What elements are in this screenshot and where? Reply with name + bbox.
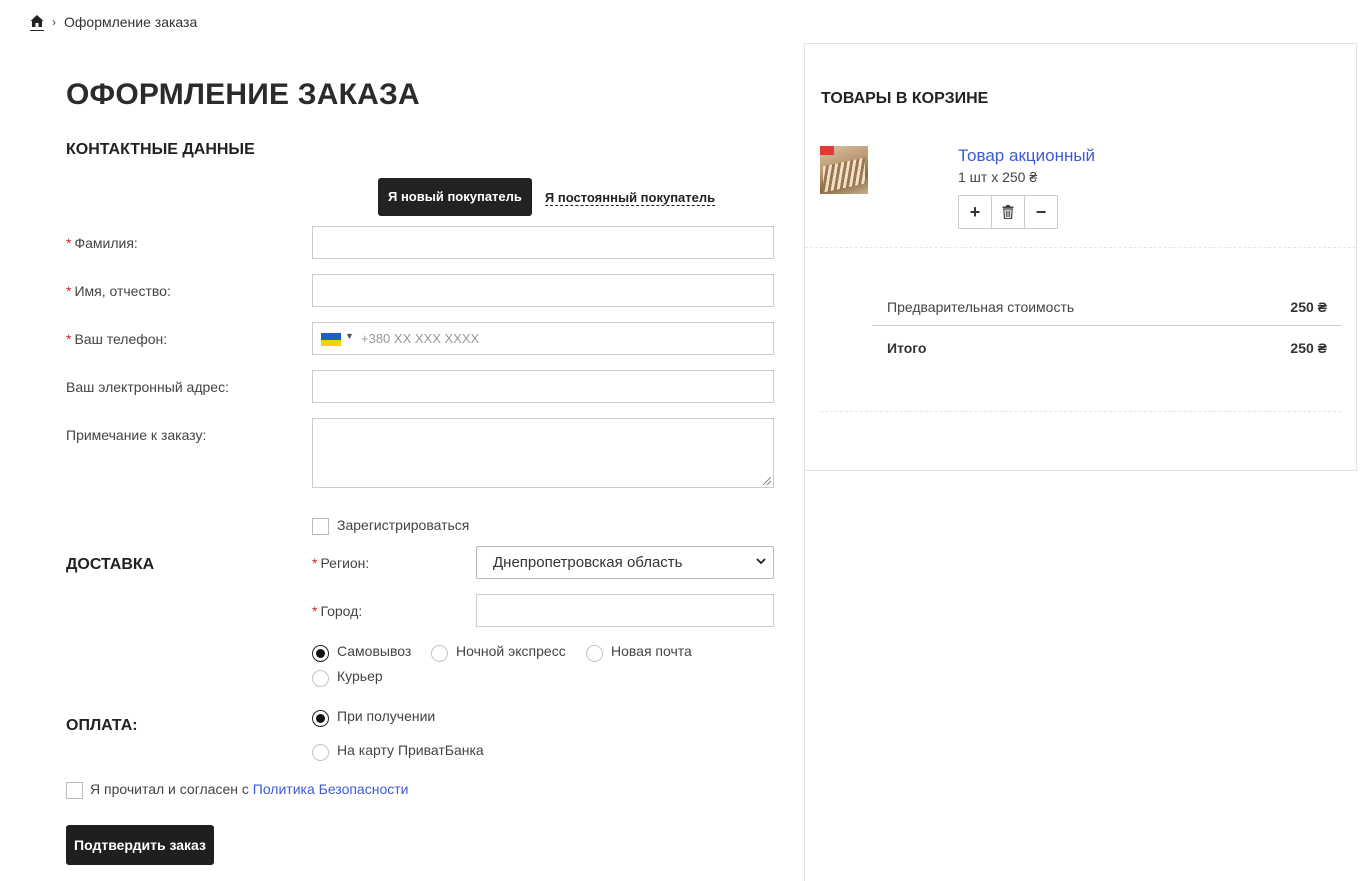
subtotal-label: Предварительная стоимость — [887, 299, 1075, 315]
required-mark: * — [312, 555, 318, 571]
payment-label-on-delivery: При получении — [337, 708, 436, 724]
email-input[interactable] — [312, 370, 774, 403]
breadcrumb-current: Оформление заказа — [64, 14, 198, 30]
cart-panel: ТОВАРЫ В КОРЗИНЕ Товар акционный 1 шт x … — [804, 43, 1357, 471]
contacts-section-title: КОНТАКТНЫЕ ДАННЫЕ — [66, 141, 255, 158]
buyer-tabs: Я новый покупатель Я постоянный покупате… — [378, 178, 716, 216]
ua-flag-icon[interactable] — [321, 333, 341, 346]
chevron-down-icon — [756, 558, 766, 565]
phone-label-text: Ваш телефон: — [74, 331, 168, 347]
phone-input[interactable]: ▼ +380 XX XXX XXXX — [312, 322, 774, 355]
surname-label-text: Фамилия: — [74, 235, 138, 251]
tab-new-buyer[interactable]: Я новый покупатель — [378, 178, 532, 216]
decrease-qty-button[interactable]: − — [1025, 196, 1057, 228]
minus-icon: − — [1035, 201, 1047, 222]
remove-item-button[interactable] — [992, 196, 1025, 228]
payment-section-title: ОПЛАТА: — [66, 717, 138, 734]
region-label-text: Регион: — [320, 555, 370, 571]
agreement-label: Я прочитал и согласен с Политика Безопас… — [90, 781, 408, 797]
surname-label: * Фамилия: — [66, 235, 138, 251]
subtotal-row: Предварительная стоимость 250 ₴ — [887, 299, 1327, 315]
divider — [805, 247, 1356, 248]
total-row: Итого 250 ₴ — [887, 340, 1327, 356]
name-input[interactable] — [312, 274, 774, 307]
city-input[interactable] — [476, 594, 774, 627]
register-checkbox[interactable] — [312, 518, 329, 535]
divider — [820, 411, 1341, 412]
country-dropdown-icon[interactable]: ▼ — [345, 331, 354, 341]
name-label-text: Имя, отчество: — [74, 283, 171, 299]
breadcrumb: › Оформление заказа — [30, 13, 197, 31]
delivery-label-pickup: Самовывоз — [337, 643, 412, 659]
divider — [872, 325, 1341, 326]
product-name-link[interactable]: Товар акционный — [958, 146, 1095, 166]
product-qty-price: 1 шт x 250 ₴ — [958, 169, 1038, 185]
total-value: 250 ₴ — [1290, 340, 1327, 356]
delivery-radio-pickup[interactable] — [312, 645, 329, 662]
divider — [804, 470, 805, 881]
required-mark: * — [66, 235, 72, 251]
payment-radio-privatbank[interactable] — [312, 744, 329, 761]
tab-returning-buyer[interactable]: Я постоянный покупатель — [544, 190, 716, 206]
agreement-text: Я прочитал и согласен с — [90, 781, 249, 797]
resize-handle[interactable] — [763, 477, 771, 485]
breadcrumb-separator: › — [52, 15, 56, 29]
email-label: Ваш электронный адрес: — [66, 379, 229, 395]
cart-title: ТОВАРЫ В КОРЗИНЕ — [821, 90, 989, 107]
confirm-order-button[interactable]: Подтвердить заказ — [66, 825, 214, 865]
total-label: Итого — [887, 340, 927, 356]
subtotal-value: 250 ₴ — [1290, 299, 1327, 315]
delivery-section-title: ДОСТАВКА — [66, 556, 155, 573]
city-label-text: Город: — [320, 603, 363, 619]
plus-icon: + — [969, 201, 981, 222]
trash-icon — [1002, 205, 1014, 219]
payment-label-privatbank: На карту ПриватБанка — [337, 742, 484, 758]
quantity-stepper: + − — [958, 195, 1058, 229]
note-label: Примечание к заказу: — [66, 427, 207, 443]
agreement-checkbox[interactable] — [66, 782, 83, 799]
required-mark: * — [312, 603, 318, 619]
phone-placeholder: +380 XX XXX XXXX — [361, 331, 480, 346]
privacy-policy-link[interactable]: Политика Безопасности — [253, 781, 409, 797]
region-select-value: Днепропетровская область — [493, 554, 683, 571]
increase-qty-button[interactable]: + — [959, 196, 992, 228]
delivery-label-night-express: Ночной экспресс — [456, 643, 566, 659]
register-label: Зарегистрироваться — [337, 517, 470, 533]
page-title: ОФОРМЛЕНИЕ ЗАКАЗА — [66, 78, 420, 111]
region-select[interactable]: Днепропетровская область — [476, 546, 774, 579]
required-mark: * — [66, 331, 72, 347]
note-textarea[interactable] — [312, 418, 774, 488]
name-label: * Имя, отчество: — [66, 283, 171, 299]
bed-slats-image — [823, 157, 865, 193]
delivery-radio-courier[interactable] — [312, 670, 329, 687]
delivery-radio-night-express[interactable] — [431, 645, 448, 662]
region-label: * Регион: — [312, 555, 369, 571]
surname-input[interactable] — [312, 226, 774, 259]
home-icon[interactable] — [30, 13, 44, 31]
delivery-label-courier: Курьер — [337, 668, 383, 684]
delivery-radio-nova-poshta[interactable] — [586, 645, 603, 662]
city-label: * Город: — [312, 603, 362, 619]
delivery-label-nova-poshta: Новая почта — [611, 643, 692, 659]
required-mark: * — [66, 283, 72, 299]
product-thumbnail[interactable] — [820, 146, 868, 194]
sale-badge-icon — [820, 146, 834, 155]
phone-label: * Ваш телефон: — [66, 331, 167, 347]
payment-radio-on-delivery[interactable] — [312, 710, 329, 727]
